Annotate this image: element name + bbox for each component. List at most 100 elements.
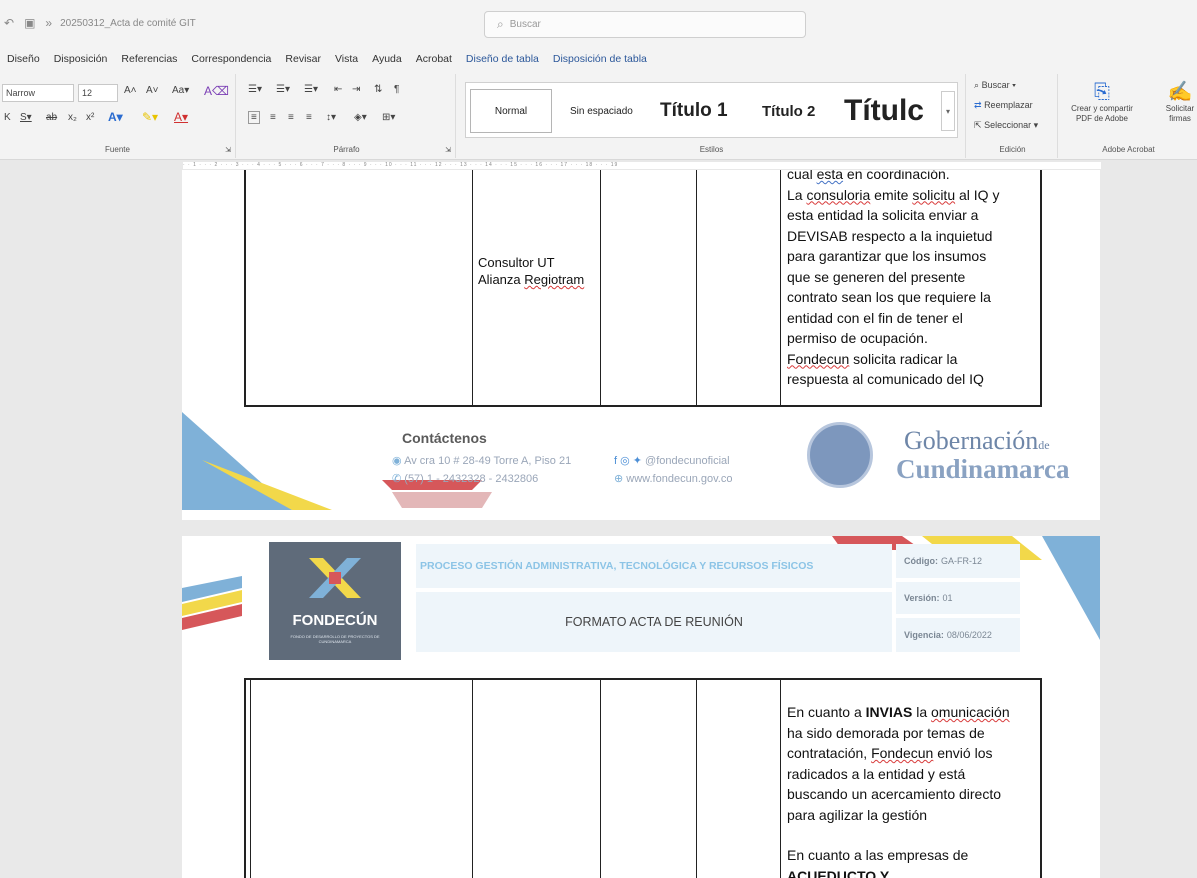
reemplazar-button[interactable]: ⇄ Reemplazar — [974, 100, 1033, 111]
group-label-parrafo: Párrafo — [333, 145, 360, 154]
shrink-font-icon[interactable]: A˅ — [146, 85, 159, 96]
tab-diseno[interactable]: Diseño — [0, 53, 47, 65]
solicitar-firmas-button[interactable]: ✍ Solicitar firmas — [1160, 80, 1197, 124]
format-title: FORMATO ACTA DE REUNIÓN — [416, 592, 892, 652]
align-center-icon[interactable]: ≡ — [270, 112, 276, 123]
minutes-table[interactable]: Consultor UT Alianza Regiotram cual esta… — [244, 170, 1042, 407]
note-line: La consuloria emite solicitu al IQ y — [787, 186, 1000, 203]
note-line: contrato sean los que requiere la — [787, 289, 991, 305]
highlight-icon[interactable]: ✎▾ — [142, 110, 158, 124]
borders-icon[interactable]: ⊞▾ — [382, 112, 395, 123]
create-pdf-icon: ⎘ — [1094, 81, 1110, 103]
show-marks-icon[interactable]: ¶ — [394, 84, 399, 95]
subscript-icon[interactable]: x₂ — [68, 112, 77, 123]
minutes-table-continued[interactable]: En cuanto a INVIAS la omunicación ha sid… — [244, 678, 1042, 878]
strikethrough-icon[interactable]: ab — [46, 112, 57, 123]
tab-acrobat[interactable]: Acrobat — [409, 53, 459, 65]
page-2[interactable]: FONDECÚN FONDO DE DESARROLLO DE PROYECTO… — [182, 536, 1100, 878]
group-label-fuente: Fuente — [105, 145, 130, 154]
editing-group: ⌕ Buscar ▾ ⇄ Reemplazar ⇱ Seleccionar ▾ … — [968, 74, 1058, 158]
italic-icon[interactable]: K — [4, 112, 11, 123]
increase-indent-icon[interactable]: ⇥ — [352, 84, 360, 95]
tab-correspondencia[interactable]: Correspondencia — [184, 53, 278, 65]
font-group: Narrow 12 A˄ A˅ Aa▾ A⌫ K S▾ ab x₂ x² A▾ … — [0, 74, 236, 158]
page-1[interactable]: Consultor UT Alianza Regiotram cual esta… — [182, 170, 1100, 520]
ribbon: Narrow 12 A˄ A˅ Aa▾ A⌫ K S▾ ab x₂ x² A▾ … — [0, 72, 1197, 160]
note-line: Fondecun solicita radicar la — [787, 350, 958, 367]
line-spacing-icon[interactable]: ↕▾ — [326, 112, 336, 123]
responsible-cell[interactable]: Consultor UT Alianza Regiotram — [478, 254, 584, 288]
cundinamarca-seal-logo — [807, 422, 873, 488]
note-line: ha sido demorada por temas de — [787, 724, 985, 741]
title-bar: ↶ ▣ » 20250312_Acta de comité GIT ⌕ Busc… — [0, 0, 1197, 46]
tab-disposicion[interactable]: Disposición — [47, 53, 115, 65]
fondecun-x-icon — [309, 558, 361, 598]
save-icon[interactable]: ▣ — [24, 16, 35, 30]
seleccionar-button[interactable]: ⇱ Seleccionar ▾ — [974, 120, 1038, 131]
notes-cell[interactable]: cual esta en coordinación. La consuloria… — [787, 170, 1042, 390]
style-titulo-1[interactable]: Título 1 — [660, 83, 728, 139]
ruler-scale: · · 1 · · · 2 · · · 3 · · · 4 · · · 5 · … — [183, 162, 1101, 169]
align-left-icon[interactable]: ≡ — [248, 111, 260, 124]
buscar-button[interactable]: ⌕ Buscar ▾ — [974, 80, 1016, 91]
note-line: ACUEDUCTO Y — [787, 867, 890, 878]
group-label-acrobat: Adobe Acrobat — [1102, 145, 1155, 154]
note-line: respuesta al comunicado del IQ — [787, 371, 984, 387]
text-effects-icon[interactable]: A▾ — [108, 110, 123, 124]
document-canvas[interactable]: Consultor UT Alianza Regiotram cual esta… — [0, 170, 1197, 878]
tab-ayuda[interactable]: Ayuda — [365, 53, 409, 65]
search-box[interactable]: ⌕ Buscar — [484, 11, 806, 38]
styles-more-icon[interactable]: ▾ — [941, 91, 955, 131]
font-size-box[interactable]: 12 — [78, 84, 118, 102]
paragraph-dialog-launcher-icon[interactable]: ⇲ — [445, 146, 451, 154]
paragraph-group: ☰▾ ☰▾ ☰▾ ⇤ ⇥ ⇅ ¶ ≡ ≡ ≡ ≡ ↕▾ ◈▾ ⊞▾ Párraf… — [238, 74, 456, 158]
numbering-icon[interactable]: ☰▾ — [276, 84, 290, 95]
font-name-box[interactable]: Narrow — [2, 84, 74, 102]
multilevel-list-icon[interactable]: ☰▾ — [304, 84, 318, 95]
sort-icon[interactable]: ⇅ — [374, 84, 382, 95]
note-line: En cuanto a las empresas de — [787, 847, 969, 863]
vigencia-field: Vigencia: 08/06/2022 — [896, 618, 1020, 652]
note-line: buscando un acercamiento directo — [787, 786, 1002, 802]
note-line: para garantizar que los insumos — [787, 248, 987, 264]
tab-revisar[interactable]: Revisar — [278, 53, 328, 65]
underline-icon[interactable]: S▾ — [20, 112, 32, 123]
fondecun-logo-text: FONDECÚN — [292, 612, 378, 629]
decrease-indent-icon[interactable]: ⇤ — [334, 84, 342, 95]
style-sin-espaciado[interactable]: Sin espaciado — [570, 83, 633, 139]
table-column-divider — [696, 680, 697, 878]
bullets-icon[interactable]: ☰▾ — [248, 84, 262, 95]
alianza-line: Alianza Regiotram — [478, 272, 585, 287]
process-title: PROCESO GESTIÓN ADMINISTRATIVA, TECNOLÓG… — [416, 544, 892, 588]
page-footer: Contáctenos ◉ Av cra 10 # 28-49 Torre A,… — [182, 400, 1100, 520]
note-line: contratación, Fondecun envió los — [787, 745, 993, 761]
note-line: En cuanto a INVIAS la omunicación — [787, 704, 1010, 720]
font-dialog-launcher-icon[interactable]: ⇲ — [225, 146, 231, 154]
grow-font-icon[interactable]: A˄ — [124, 85, 137, 96]
style-titulo[interactable]: Títulc — [844, 83, 936, 139]
codigo-field: Código: GA-FR-12 — [896, 544, 1020, 578]
shading-icon[interactable]: ◈▾ — [354, 112, 367, 123]
notes-cell[interactable]: En cuanto a INVIAS la omunicación ha sid… — [787, 702, 1042, 878]
superscript-icon[interactable]: x² — [86, 112, 94, 123]
style-titulo-2[interactable]: Título 2 — [762, 83, 815, 139]
horizontal-ruler[interactable]: · · 1 · · · 2 · · · 3 · · · 4 · · · 5 · … — [0, 160, 1197, 170]
crear-pdf-button[interactable]: ⎘ Crear y compartir PDF de Adobe — [1068, 80, 1136, 124]
tab-disposicion-de-tabla[interactable]: Disposición de tabla — [546, 53, 654, 65]
change-case-icon[interactable]: Aa▾ — [172, 85, 189, 96]
tab-referencias[interactable]: Referencias — [114, 53, 184, 65]
note-line: cual esta en coordinación. — [787, 170, 950, 182]
clear-format-icon[interactable]: A⌫ — [204, 84, 229, 98]
style-normal[interactable]: Normal — [470, 89, 552, 133]
tab-diseno-de-tabla[interactable]: Diseño de tabla — [459, 53, 546, 65]
justify-icon[interactable]: ≡ — [306, 112, 312, 123]
contact-phone: ✆ (57) 1 - 2432328 - 2432806 — [392, 473, 539, 485]
overflow-icon[interactable]: » — [45, 16, 52, 30]
document-title[interactable]: 20250312_Acta de comité GIT — [60, 18, 196, 29]
font-color-icon[interactable]: A▾ — [174, 110, 188, 124]
table-column-divider — [780, 170, 781, 405]
align-right-icon[interactable]: ≡ — [288, 112, 294, 123]
tab-vista[interactable]: Vista — [328, 53, 365, 65]
undo-icon[interactable]: ↶ — [4, 16, 14, 30]
